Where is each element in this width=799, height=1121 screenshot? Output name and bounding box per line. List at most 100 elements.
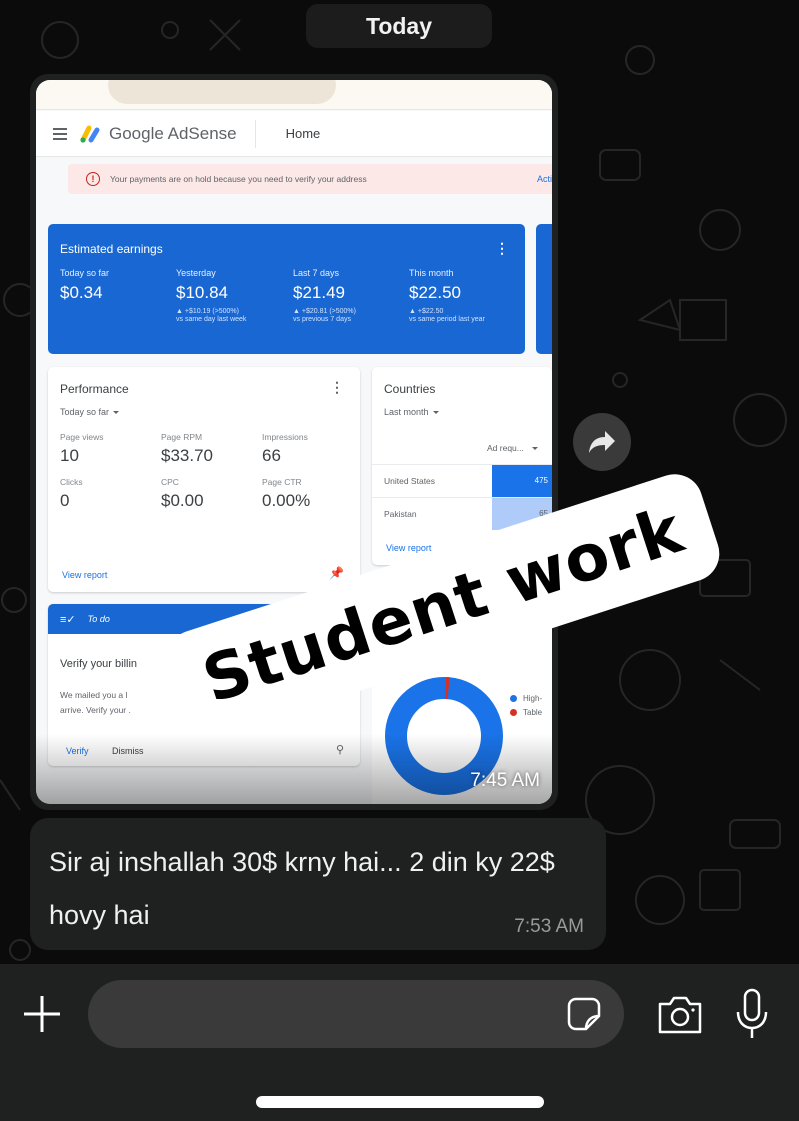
todo-body: We mailed you a l arrive. Verify your . bbox=[60, 688, 131, 718]
countries-view-report-link[interactable]: View report bbox=[386, 543, 431, 553]
countries-date-filter[interactable]: Last month bbox=[384, 407, 439, 417]
todo-header-label: To do bbox=[87, 614, 110, 624]
earnings-label: Yesterday bbox=[176, 268, 216, 278]
app-title: Google AdSense bbox=[109, 123, 237, 143]
filter-label: Today so far bbox=[60, 407, 110, 417]
metric-label: CPC bbox=[161, 477, 179, 487]
forward-arrow-icon bbox=[589, 431, 615, 453]
metric-page-views: Page views 10 bbox=[60, 432, 103, 466]
url-pill bbox=[108, 80, 336, 104]
metric-cpc: CPC $0.00 bbox=[161, 477, 204, 511]
metric-label: Page views bbox=[60, 432, 104, 442]
countries-title: Countries bbox=[384, 382, 436, 396]
alert-action-link[interactable]: Acti bbox=[537, 174, 552, 184]
country-value-bar: 475 bbox=[492, 465, 552, 497]
todo-body-line: We mailed you a l bbox=[60, 690, 128, 700]
legend-dot bbox=[510, 709, 517, 716]
earnings-today: Today so far $0.34 bbox=[60, 268, 109, 303]
date-separator: Today bbox=[306, 4, 492, 48]
more-options-icon[interactable]: ⋮ bbox=[495, 240, 509, 257]
checklist-icon: ≡✓ bbox=[60, 613, 76, 626]
legend-dot bbox=[510, 695, 517, 702]
earnings-value: $10.84 bbox=[176, 283, 228, 302]
legend-label: Table bbox=[523, 708, 543, 717]
metric-impressions: Impressions 66 bbox=[262, 432, 308, 466]
earnings-delta: ▲ +$22.50 bbox=[409, 308, 444, 315]
metric-select-label: Ad requ... bbox=[487, 443, 524, 453]
text-message-bubble[interactable]: Sir aj inshallah 30$ krny hai... 2 din k… bbox=[30, 818, 606, 950]
caret-down-icon bbox=[113, 411, 120, 415]
earnings-label: This month bbox=[409, 268, 454, 278]
adsense-logo-icon bbox=[79, 124, 101, 144]
metric-page-rpm: Page RPM $33.70 bbox=[161, 432, 213, 466]
metric-page-ctr: Page CTR 0.00% bbox=[262, 477, 310, 511]
metric-label: Impressions bbox=[262, 432, 308, 442]
metric-clicks: Clicks 0 bbox=[60, 477, 83, 511]
message-input[interactable] bbox=[88, 980, 624, 1048]
microphone-button[interactable] bbox=[730, 988, 774, 1040]
metric-value: 0.00% bbox=[262, 491, 311, 510]
country-name: Pakistan bbox=[384, 509, 417, 519]
todo-body-line: arrive. Verify your . bbox=[60, 705, 131, 715]
warning-icon: ! bbox=[86, 172, 100, 186]
earnings-label: Last 7 days bbox=[293, 268, 340, 278]
menu-icon bbox=[53, 127, 67, 140]
metric-value: 10 bbox=[60, 446, 79, 465]
alert-text: Your payments are on hold because you ne… bbox=[110, 174, 367, 184]
earnings-yesterday: Yesterday $10.84 ▲ +$10.19 (>500%) vs sa… bbox=[176, 268, 246, 323]
image-bottom-fade bbox=[36, 734, 552, 804]
earnings-label: Today so far bbox=[60, 268, 110, 278]
earnings-note: vs previous 7 days bbox=[293, 316, 351, 323]
home-indicator[interactable] bbox=[256, 1096, 544, 1108]
metric-label: Page RPM bbox=[161, 432, 203, 442]
estimated-earnings-card: Estimated earnings ⋮ Today so far $0.34 … bbox=[48, 224, 525, 354]
camera-button[interactable] bbox=[656, 994, 704, 1036]
performance-card: Performance ⋮ Today so far Page views 10… bbox=[48, 367, 360, 592]
earnings-last-7-days: Last 7 days $21.49 ▲ +$20.81 (>500%) vs … bbox=[293, 268, 356, 323]
legend-item: Table bbox=[510, 708, 542, 717]
sticker-button[interactable] bbox=[566, 996, 602, 1032]
legend-label: High- bbox=[523, 694, 543, 703]
legend-item: High- bbox=[510, 694, 542, 703]
image-message-time: 7:45 AM bbox=[470, 770, 540, 791]
camera-icon bbox=[658, 996, 702, 1034]
browser-top-strip bbox=[36, 80, 552, 110]
metric-value: $0.00 bbox=[161, 491, 204, 510]
earnings-delta: ▲ +$20.81 (>500%) bbox=[293, 308, 356, 315]
header-divider bbox=[254, 119, 256, 148]
payment-hold-alert: ! Your payments are on hold because you … bbox=[68, 164, 552, 194]
performance-view-report-link[interactable]: View report bbox=[62, 570, 107, 580]
microphone-icon bbox=[736, 988, 768, 1038]
performance-title: Performance bbox=[60, 382, 129, 396]
earnings-value: $22.50 bbox=[409, 283, 461, 302]
filter-label: Last month bbox=[384, 407, 429, 417]
metric-value: 66 bbox=[262, 446, 281, 465]
metric-value: $33.70 bbox=[161, 446, 213, 465]
earnings-note: vs same day last week bbox=[176, 316, 247, 323]
metric-label: Page CTR bbox=[262, 477, 302, 487]
country-row[interactable]: United States 475 bbox=[372, 464, 552, 497]
earnings-this-month: This month $22.50 ▲ +$22.50 vs same peri… bbox=[409, 268, 485, 323]
earnings-note: vs same period last year bbox=[409, 316, 485, 323]
adsense-header: Google AdSense Home bbox=[36, 111, 552, 157]
earnings-value: $21.49 bbox=[293, 283, 345, 302]
metric-label: Clicks bbox=[60, 477, 83, 487]
pin-icon[interactable]: 📌 bbox=[329, 566, 344, 580]
earnings-title: Estimated earnings bbox=[60, 242, 163, 256]
balance-card-partial bbox=[536, 224, 552, 354]
forward-button[interactable] bbox=[573, 413, 631, 471]
country-name: United States bbox=[384, 476, 436, 486]
metric-value: 0 bbox=[60, 491, 70, 510]
sticker-icon bbox=[567, 997, 601, 1031]
performance-date-filter[interactable]: Today so far bbox=[60, 407, 120, 417]
earnings-value: $0.34 bbox=[60, 283, 103, 302]
plus-icon bbox=[24, 996, 60, 1032]
caret-down-icon bbox=[531, 447, 538, 451]
more-options-icon[interactable]: ⋮ bbox=[330, 379, 344, 396]
message-time: 7:53 AM bbox=[514, 916, 584, 937]
attach-button[interactable] bbox=[20, 992, 64, 1036]
metric-select[interactable]: Ad requ... bbox=[487, 443, 538, 453]
caret-down-icon bbox=[432, 411, 439, 415]
todo-title: Verify your billin bbox=[60, 658, 138, 670]
country-value: 475 bbox=[534, 476, 548, 485]
